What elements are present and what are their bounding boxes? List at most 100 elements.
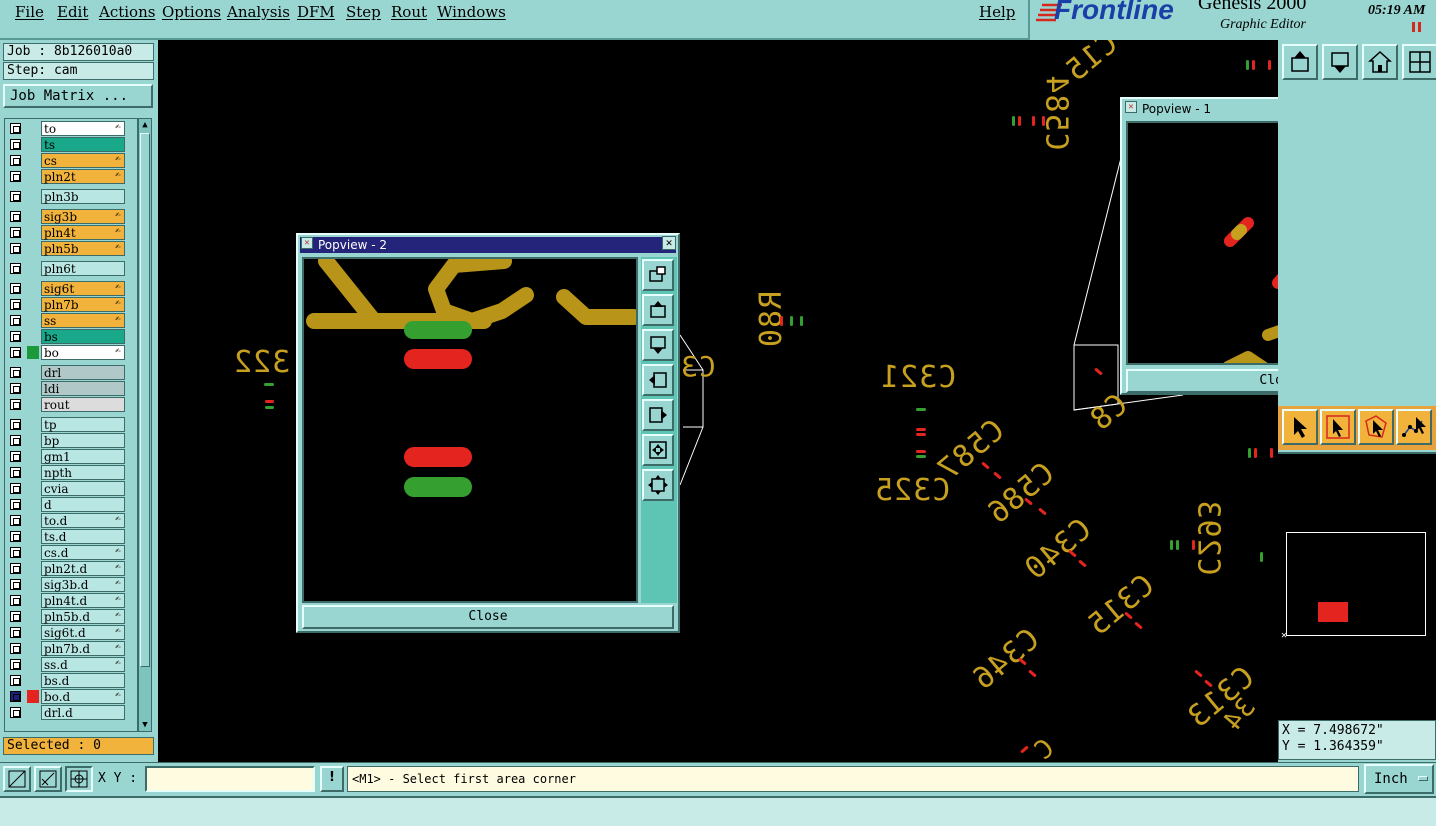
layer-checkbox[interactable]	[10, 155, 21, 166]
layer-row[interactable]: pln2t ✍	[5, 169, 137, 184]
zoom-out-icon[interactable]	[642, 469, 674, 501]
layer-name[interactable]: tp	[41, 417, 125, 432]
layer-name[interactable]: sig3b.d	[41, 577, 125, 592]
layer-name[interactable]: sig6t.d	[41, 625, 125, 640]
net-select-icon[interactable]	[1396, 409, 1432, 445]
layer-checkbox[interactable]	[10, 283, 21, 294]
layer-name[interactable]: d	[41, 497, 125, 512]
home-up-icon[interactable]	[1282, 44, 1318, 80]
menu-step[interactable]: Step	[346, 3, 381, 21]
layer-name[interactable]: pln2t	[41, 169, 125, 184]
layer-row[interactable]: bs.d	[5, 673, 137, 688]
layer-checkbox[interactable]	[10, 263, 21, 274]
layer-row[interactable]: drl	[5, 365, 137, 380]
layer-name[interactable]: bs	[41, 329, 125, 344]
layer-row[interactable]: bo ✍	[5, 345, 137, 360]
job-matrix-button[interactable]: Job Matrix ...	[3, 84, 153, 108]
snap-icon[interactable]	[3, 766, 31, 792]
layer-checkbox[interactable]	[10, 707, 21, 718]
measure-icon[interactable]	[34, 766, 62, 792]
layer-name[interactable]: ldi	[41, 381, 125, 396]
layer-row[interactable]: cvia	[5, 481, 137, 496]
layer-checkbox[interactable]	[10, 367, 21, 378]
layer-row[interactable]: ss.d ✍	[5, 657, 137, 672]
layer-name[interactable]: to.d	[41, 513, 125, 528]
xy-input[interactable]	[145, 766, 315, 792]
popview-2-view[interactable]	[302, 257, 638, 603]
layer-name[interactable]: pln4t.d	[41, 593, 125, 608]
select-polygon-icon[interactable]	[1358, 409, 1394, 445]
layer-checkbox[interactable]	[10, 347, 21, 358]
layer-checkbox[interactable]	[10, 123, 21, 134]
layer-name[interactable]: pln5b	[41, 241, 125, 256]
layer-row[interactable]: sig6t.d ✍	[5, 625, 137, 640]
overview-current-view[interactable]	[1318, 602, 1348, 622]
layer-checkbox[interactable]	[10, 531, 21, 542]
layer-checkbox[interactable]	[10, 611, 21, 622]
zoom-in-icon[interactable]	[642, 434, 674, 466]
layer-row[interactable]: cs.d ✍	[5, 545, 137, 560]
window-menu-icon[interactable]: ✕	[301, 237, 313, 249]
layer-name[interactable]: bo	[41, 345, 125, 360]
scroll-up-icon[interactable]: ▲	[140, 119, 150, 131]
layer-row[interactable]: tp	[5, 417, 137, 432]
layer-checkbox[interactable]	[10, 435, 21, 446]
overview-map[interactable]: ✕	[1278, 452, 1436, 730]
layer-name[interactable]: cs	[41, 153, 125, 168]
layer-row[interactable]: to.d ✍	[5, 513, 137, 528]
layer-name[interactable]: drl.d	[41, 705, 125, 720]
pan-down-icon[interactable]	[642, 329, 674, 361]
pointer-icon[interactable]	[1282, 409, 1318, 445]
layer-row[interactable]: pln5b ✍	[5, 241, 137, 256]
layout-icon[interactable]	[1402, 44, 1436, 80]
units-select[interactable]: Inch	[1364, 764, 1434, 794]
layer-name[interactable]: ss.d	[41, 657, 125, 672]
layer-checkbox[interactable]	[10, 627, 21, 638]
layer-name[interactable]: gm1	[41, 449, 125, 464]
layer-row[interactable]: pln7b.d ✍	[5, 641, 137, 656]
layer-row[interactable]: pln4t.d ✍	[5, 593, 137, 608]
layer-checkbox[interactable]	[10, 331, 21, 342]
home-icon[interactable]	[1362, 44, 1398, 80]
layer-color-swatch[interactable]	[27, 690, 39, 703]
layer-checkbox[interactable]	[10, 547, 21, 558]
layer-row[interactable]: sig3b ✍	[5, 209, 137, 224]
layer-checkbox[interactable]	[10, 515, 21, 526]
layer-row[interactable]: ss ✍	[5, 313, 137, 328]
layer-name[interactable]: sig6t	[41, 281, 125, 296]
layer-row[interactable]: ts.d	[5, 529, 137, 544]
layer-checkbox[interactable]	[10, 643, 21, 654]
layer-row[interactable]: ldi	[5, 381, 137, 396]
layer-row[interactable]: npth	[5, 465, 137, 480]
layer-row[interactable]: d	[5, 497, 137, 512]
layer-name[interactable]: drl	[41, 365, 125, 380]
pause-icon[interactable]	[1412, 22, 1421, 32]
layer-row[interactable]: pln3b	[5, 189, 137, 204]
layer-checkbox[interactable]	[10, 467, 21, 478]
layer-checkbox[interactable]	[10, 399, 21, 410]
layer-row[interactable]: bo.d ✍	[5, 689, 137, 704]
menu-file[interactable]: File	[15, 3, 44, 21]
layer-name[interactable]: to	[41, 121, 125, 136]
layer-row[interactable]: drl.d	[5, 705, 137, 720]
layer-list-scrollbar[interactable]: ▲ ▼	[138, 118, 152, 732]
menu-rout[interactable]: Rout	[391, 3, 427, 21]
layer-name[interactable]: pln5b.d	[41, 609, 125, 624]
layer-checkbox[interactable]	[10, 243, 21, 254]
layer-checkbox[interactable]	[10, 675, 21, 686]
layer-row[interactable]: cs ✍	[5, 153, 137, 168]
pan-left-icon[interactable]	[642, 364, 674, 396]
layer-row[interactable]: to ✍	[5, 121, 137, 136]
layer-name[interactable]: pln4t	[41, 225, 125, 240]
layer-checkbox[interactable]	[10, 659, 21, 670]
layer-name[interactable]: sig3b	[41, 209, 125, 224]
layer-name[interactable]: ts	[41, 137, 125, 152]
scroll-down-icon[interactable]: ▼	[140, 719, 150, 731]
layer-row[interactable]: bs	[5, 329, 137, 344]
layer-checkbox[interactable]	[10, 211, 21, 222]
layer-name[interactable]: ss	[41, 313, 125, 328]
menu-windows[interactable]: Windows	[437, 3, 506, 21]
layer-checkbox[interactable]	[10, 483, 21, 494]
layer-row[interactable]: ts	[5, 137, 137, 152]
layer-checkbox[interactable]	[10, 383, 21, 394]
